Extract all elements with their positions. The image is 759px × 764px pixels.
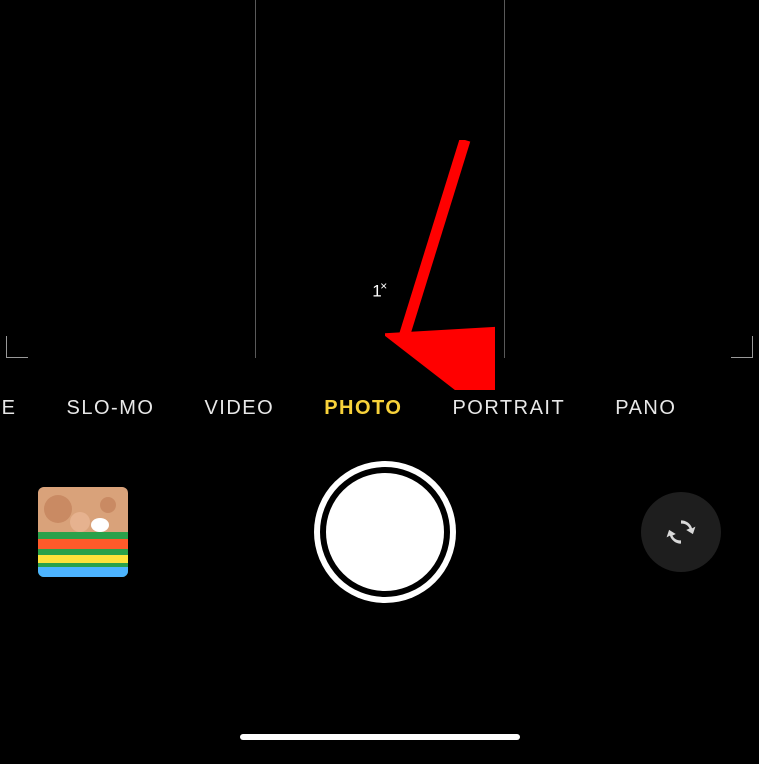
grid-line [504, 0, 505, 358]
mode-timelapse[interactable]: PSE [0, 397, 42, 420]
viewfinder[interactable]: 1× [6, 0, 753, 358]
last-photo-thumbnail[interactable] [38, 487, 128, 577]
thumbnail-image-icon [38, 487, 128, 577]
mode-slomo[interactable]: SLO-MO [42, 397, 180, 420]
zoom-suffix: × [380, 279, 387, 293]
frame-corner [731, 336, 753, 358]
grid-line [255, 0, 256, 358]
zoom-level-button[interactable]: 1× [372, 279, 386, 302]
camera-mode-selector[interactable]: PSE SLO-MO VIDEO PHOTO PORTRAIT PANO [0, 397, 759, 420]
home-indicator[interactable] [240, 734, 520, 740]
mode-pano[interactable]: PANO [590, 397, 701, 420]
mode-portrait[interactable]: PORTRAIT [427, 397, 590, 420]
shutter-button[interactable] [320, 467, 450, 597]
frame-corner [6, 336, 28, 358]
mode-photo[interactable]: PHOTO [299, 397, 427, 420]
flip-camera-icon [661, 512, 701, 552]
camera-controls [0, 462, 759, 602]
flip-camera-button[interactable] [641, 492, 721, 572]
mode-video[interactable]: VIDEO [179, 397, 299, 420]
